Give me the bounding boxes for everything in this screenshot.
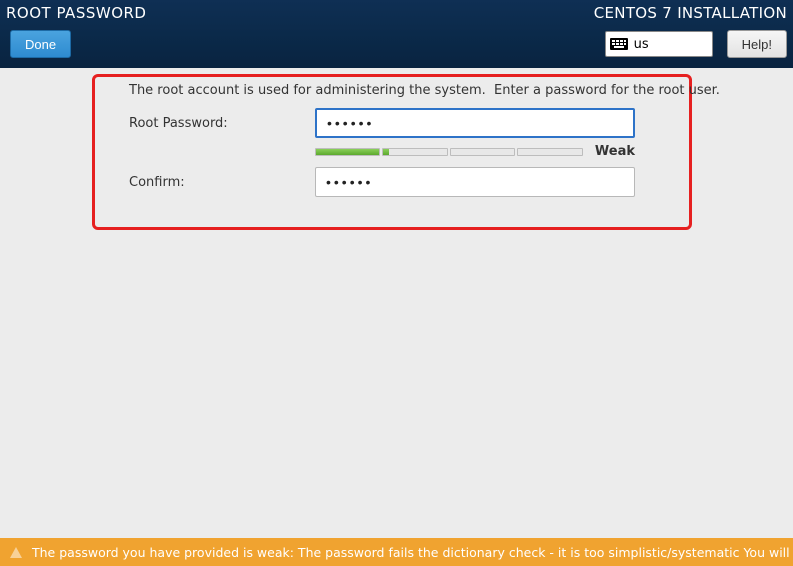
keyboard-layout-indicator[interactable]: us	[605, 31, 713, 57]
done-button[interactable]: Done	[10, 30, 71, 58]
confirm-row: Confirm:	[129, 167, 663, 197]
help-button[interactable]: Help!	[727, 30, 787, 58]
description-text: The root account is used for administeri…	[129, 83, 663, 98]
strength-wrap: Weak	[315, 144, 635, 159]
warning-text: The password you have provided is weak: …	[32, 545, 793, 560]
confirm-label: Confirm:	[129, 175, 315, 190]
header-top: ROOT PASSWORD CENTOS 7 INSTALLATION	[6, 4, 787, 26]
strength-segment-3	[450, 148, 515, 156]
root-password-row: Root Password:	[129, 108, 663, 138]
root-password-input[interactable]	[315, 108, 635, 138]
header-right: us Help!	[605, 30, 787, 58]
root-password-label: Root Password:	[129, 116, 315, 131]
keyboard-layout-label: us	[634, 37, 649, 52]
form-highlight: The root account is used for administeri…	[92, 74, 692, 230]
strength-row: Weak	[129, 144, 663, 159]
password-strength-bar	[315, 148, 583, 156]
header: ROOT PASSWORD CENTOS 7 INSTALLATION Done…	[0, 0, 793, 68]
keyboard-icon	[610, 38, 628, 50]
confirm-password-input[interactable]	[315, 167, 635, 197]
warning-icon	[10, 547, 22, 558]
strength-segment-1	[315, 148, 380, 156]
strength-segment-2	[382, 148, 447, 156]
strength-segment-4	[517, 148, 582, 156]
main-content: The root account is used for administeri…	[0, 68, 793, 538]
install-title: CENTOS 7 INSTALLATION	[594, 4, 787, 22]
warning-bar: The password you have provided is weak: …	[0, 538, 793, 566]
screen-title: ROOT PASSWORD	[6, 4, 146, 22]
header-bottom: Done us Help!	[6, 30, 787, 58]
strength-label: Weak	[595, 144, 635, 159]
